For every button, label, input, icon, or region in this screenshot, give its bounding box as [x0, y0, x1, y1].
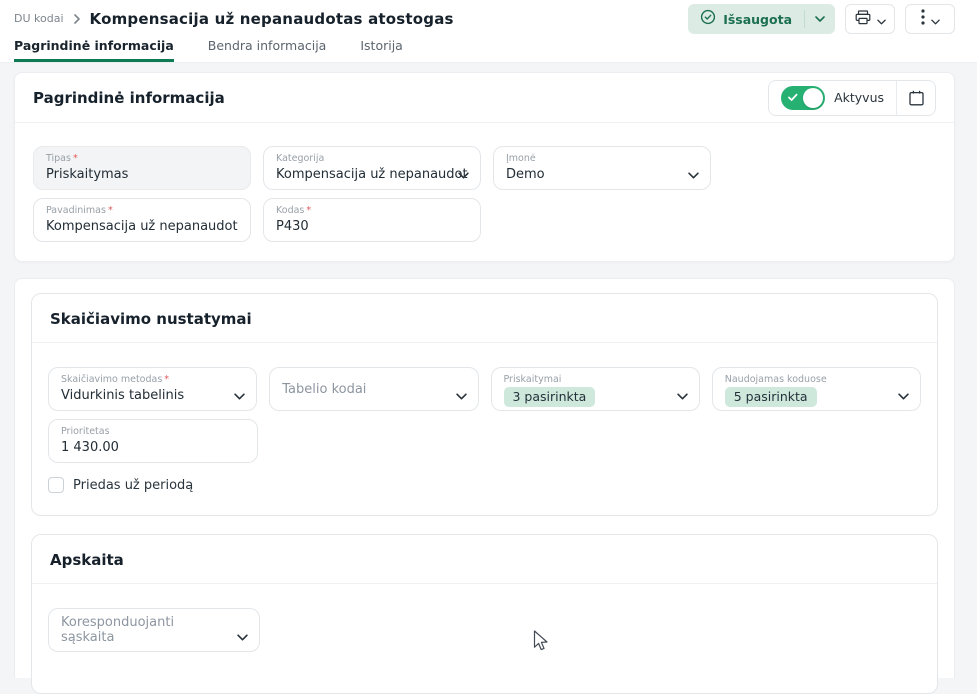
apskaita-title: Apskaita [50, 551, 124, 569]
header-actions: Išsaugota [688, 4, 955, 34]
chevron-down-icon [456, 385, 467, 404]
chevron-down-icon [237, 626, 248, 645]
breadcrumb-parent-link[interactable]: DU kodai [14, 12, 64, 25]
kodas-label: Kodas* [276, 205, 468, 217]
toggle-knob [803, 88, 823, 108]
skaiciavimo-metodas-value: Vidurkinis tabelinis [61, 387, 244, 405]
skaiciavimo-metodas-select[interactable]: Skaičiavimo metodas* Vidurkinis tabelini… [48, 367, 257, 411]
chevron-down-icon [898, 385, 909, 404]
tab-bendra-informacija[interactable]: Bendra informacija [208, 38, 327, 62]
tipas-value: Priskaitymas [46, 166, 238, 184]
koresponduojanti-saskaita-placeholder: Koresponduojanti sąskaita [61, 615, 247, 645]
chevron-down-icon [234, 385, 245, 404]
naudojamas-koduose-select[interactable]: Naudojamas koduose 5 pasirinkta [712, 367, 921, 411]
prioritetas-value: 1 430.00 [61, 439, 245, 457]
card-main-title: Pagrindinė informacija [33, 89, 225, 107]
kodas-value: P430 [276, 218, 468, 236]
imone-value: Demo [506, 166, 698, 184]
pavadinimas-label: Pavadinimas* [46, 205, 238, 217]
chevron-down-icon [458, 164, 469, 183]
kategorija-label: Kategorija [276, 153, 468, 165]
top-bar: DU kodai Kompensacija už nepanaudotas at… [0, 0, 977, 63]
priskaitymai-label: Priskaitymai [504, 374, 687, 386]
tipas-field: Tipas* Priskaitymas [33, 146, 251, 190]
saved-caret-button[interactable] [805, 4, 835, 34]
chevron-down-icon [877, 10, 886, 29]
chevron-down-icon [677, 385, 688, 404]
imone-select[interactable]: Įmonė Demo [493, 146, 711, 190]
prioritetas-input[interactable]: Prioritetas 1 430.00 [48, 419, 258, 463]
saved-split-button[interactable]: Išsaugota [688, 4, 835, 34]
skaiciavimo-metodas-label: Skaičiavimo metodas* [61, 374, 244, 386]
priedas-checkbox-label: Priedas už periodą [73, 478, 193, 493]
calc-title: Skaičiavimo nustatymai [50, 310, 252, 328]
status-toggle-group: Aktyvus [768, 80, 936, 116]
pavadinimas-input[interactable]: Pavadinimas* Kompensacija už nepanaudota… [33, 198, 251, 242]
breadcrumb-chevron-icon [73, 9, 81, 28]
saved-button[interactable]: Išsaugota [688, 4, 804, 34]
check-circle-icon [700, 9, 716, 29]
more-actions-button[interactable] [905, 4, 955, 34]
kodas-input[interactable]: Kodas* P430 [263, 198, 481, 242]
apskaita-body: Koresponduojanti sąskaita [32, 584, 937, 674]
breadcrumb: DU kodai Kompensacija už nepanaudotas at… [14, 9, 454, 28]
koresponduojanti-saskaita-select[interactable]: Koresponduojanti sąskaita [48, 608, 260, 652]
print-button[interactable] [845, 4, 895, 34]
calc-body: Skaičiavimo metodas* Vidurkinis tabelini… [32, 343, 937, 515]
kategorija-select[interactable]: Kategorija Kompensacija už nepanaudotas [263, 146, 481, 190]
active-toggle[interactable]: Aktyvus [769, 81, 896, 115]
tipas-label: Tipas* [46, 153, 238, 165]
tab-pagrindine-informacija[interactable]: Pagrindinė informacija [14, 38, 174, 62]
imone-label: Įmonė [506, 153, 698, 165]
printer-icon [855, 10, 871, 29]
active-toggle-label: Aktyvus [834, 90, 884, 105]
kebab-icon [921, 9, 925, 29]
saved-button-label: Išsaugota [723, 12, 792, 27]
priedas-checkbox[interactable] [48, 477, 64, 493]
panel-apskaita: Apskaita Koresponduojanti sąskaita [31, 534, 938, 694]
kategorija-value: Kompensacija už nepanaudotas [276, 166, 468, 184]
card-main-body: Tipas* Priskaitymas Kategorija Kompensac… [15, 123, 954, 268]
naudojamas-koduose-label: Naudojamas koduose [725, 374, 908, 386]
calendar-button[interactable] [897, 81, 935, 115]
page-title: Kompensacija už nepanaudotas atostogas [90, 10, 454, 28]
apskaita-header: Apskaita [32, 535, 937, 584]
tab-bar: Pagrindinė informacija Bendra informacij… [14, 38, 403, 62]
tab-istorija[interactable]: Istorija [360, 38, 403, 62]
priskaitymai-count-badge: 3 pasirinkta [504, 387, 596, 407]
prioritetas-label: Prioritetas [61, 426, 245, 438]
pavadinimas-value: Kompensacija už nepanaudotas a [46, 218, 238, 236]
tabelio-kodai-placeholder: Tabelio kodai [282, 374, 465, 404]
card-main-header: Pagrindinė informacija Aktyvus [15, 73, 954, 123]
chevron-down-icon [931, 10, 940, 29]
settings-container: Skaičiavimo nustatymai Skaičiavimo metod… [14, 278, 955, 678]
priedas-checkbox-row[interactable]: Priedas už periodą [48, 477, 921, 493]
tabelio-kodai-select[interactable]: Tabelio kodai [269, 367, 478, 411]
priskaitymai-select[interactable]: Priskaitymai 3 pasirinkta [491, 367, 700, 411]
toggle-switch-icon[interactable] [781, 86, 825, 110]
panel-skaiciavimo-nustatymai: Skaičiavimo nustatymai Skaičiavimo metod… [31, 293, 938, 516]
calendar-icon [909, 90, 924, 106]
chevron-down-icon [688, 164, 699, 183]
card-pagrindine-informacija: Pagrindinė informacija Aktyvus Tipas* Pr… [14, 72, 955, 262]
calc-header: Skaičiavimo nustatymai [32, 294, 937, 343]
naudojamas-koduose-count-badge: 5 pasirinkta [725, 387, 817, 407]
